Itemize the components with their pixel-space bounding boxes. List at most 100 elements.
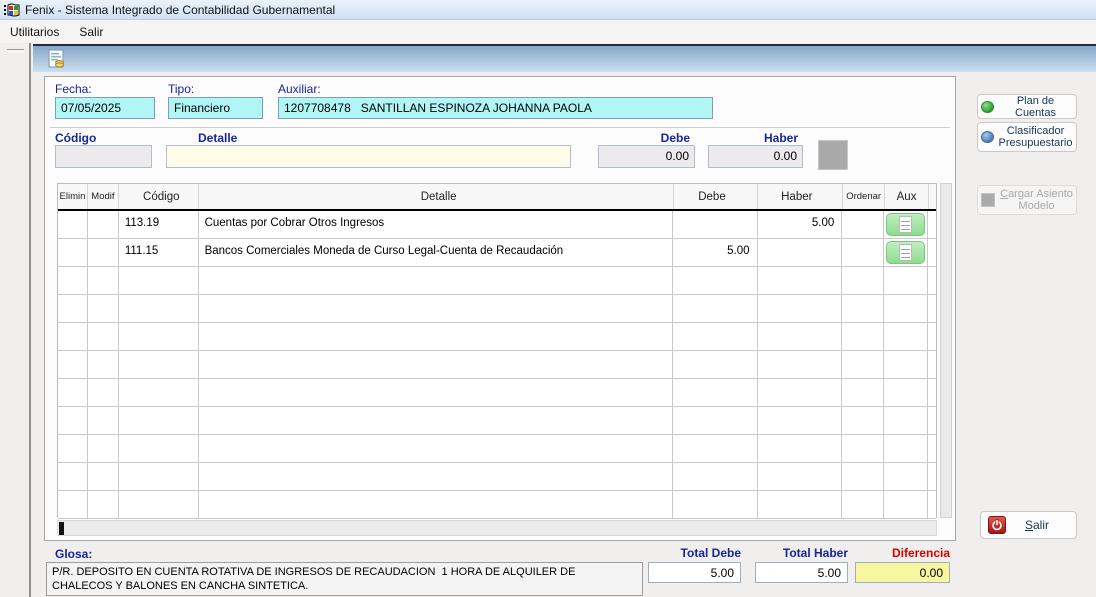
title-bar: Fenix - Sistema Integrado de Contabilida… — [0, 0, 1096, 20]
menu-utilitarios[interactable]: Utilitarios — [0, 22, 69, 42]
clasificador-presupuestario-button[interactable]: Clasificador Presupuestario — [977, 122, 1077, 152]
scrollbar-thumb[interactable] — [59, 522, 64, 535]
cell-debe — [673, 295, 758, 322]
total-debe-value: 5.00 — [648, 562, 741, 583]
diferencia-value: 0.00 — [855, 562, 950, 583]
cell-aux — [884, 211, 928, 238]
cell-elimin — [58, 267, 88, 294]
cell-codigo — [119, 463, 199, 490]
cargar-asiento-modelo-button[interactable]: Cargar Asiento Modelo — [977, 185, 1077, 215]
auxiliar-input[interactable]: 1207708478 SANTILLAN ESPINOZA JOHANNA PA… — [278, 97, 713, 119]
cell-ordenar — [842, 211, 885, 238]
cell-elimin — [58, 323, 88, 350]
cell-modif — [88, 267, 119, 294]
header-debe[interactable]: Debe — [674, 184, 759, 209]
cell-modif — [88, 295, 119, 322]
cell-elimin — [58, 407, 88, 434]
debe-input[interactable]: 0.00 — [598, 145, 695, 168]
cell-modif — [88, 323, 119, 350]
header-modif[interactable]: Modif — [88, 184, 119, 209]
horizontal-scrollbar[interactable] — [57, 520, 937, 536]
cell-codigo — [119, 267, 199, 294]
cell-sliver — [928, 211, 936, 238]
table-row-empty[interactable] — [58, 267, 936, 295]
cell-debe — [673, 211, 758, 238]
cell-codigo: 111.15 — [119, 239, 199, 266]
cell-modif — [88, 463, 119, 490]
vertical-scrollbar[interactable] — [940, 183, 952, 518]
table-row-empty[interactable] — [58, 295, 936, 323]
table-row-empty[interactable] — [58, 379, 936, 407]
menu-salir[interactable]: Salir — [69, 22, 113, 42]
cell-haber — [758, 379, 843, 406]
left-collapsed-panel[interactable] — [0, 43, 31, 597]
cell-modif — [88, 239, 119, 266]
cell-modif — [88, 379, 119, 406]
cell-haber — [758, 435, 843, 462]
table-row-empty[interactable] — [58, 435, 936, 463]
detalle-label: Detalle — [198, 131, 238, 145]
fecha-input[interactable]: 07/05/2025 — [55, 97, 155, 119]
entries-table: Elimin Modif Código Detalle Debe Haber O… — [57, 183, 937, 519]
cell-debe — [673, 323, 758, 350]
gray-square-icon — [981, 193, 995, 207]
header-elimin[interactable]: Elimin — [58, 184, 88, 209]
cell-ordenar — [842, 323, 885, 350]
aux-button[interactable] — [886, 241, 925, 264]
aux-button[interactable] — [886, 213, 925, 236]
cargar-asiento-label: Cargar Asiento Modelo — [1000, 188, 1073, 212]
codigo-label: Código — [55, 131, 97, 145]
total-haber-label: Total Haber — [782, 546, 848, 560]
cell-detalle — [199, 379, 673, 406]
new-entry-button[interactable] — [45, 47, 69, 71]
table-row-empty[interactable] — [58, 491, 936, 519]
entry-action-button[interactable] — [818, 140, 848, 170]
cell-modif — [88, 211, 119, 238]
cell-sliver — [928, 351, 936, 378]
header-haber[interactable]: Haber — [758, 184, 844, 209]
table-row-empty[interactable] — [58, 463, 936, 491]
cell-debe — [673, 463, 758, 490]
table-row-empty[interactable] — [58, 407, 936, 435]
green-sphere-icon — [981, 100, 994, 113]
table-row-empty[interactable] — [58, 351, 936, 379]
cell-haber: 5.00 — [758, 211, 843, 238]
blue-sphere-icon — [981, 131, 994, 143]
table-body: 113.19 Cuentas por Cobrar Otros Ingresos 5… — [58, 211, 936, 519]
toolbar — [33, 44, 1096, 72]
cell-aux — [884, 267, 928, 294]
cell-codigo — [119, 435, 199, 462]
header-aux[interactable]: Aux — [885, 184, 929, 209]
cell-codigo: 113.19 — [119, 211, 199, 238]
cell-sliver — [928, 463, 936, 490]
cell-elimin — [58, 463, 88, 490]
cell-sliver — [928, 491, 936, 518]
salir-button[interactable]: Salir — [980, 511, 1077, 539]
table-row[interactable]: 111.15 Bancos Comerciales Moneda de Curso… — [58, 239, 936, 267]
detalle-input[interactable] — [166, 145, 571, 168]
window-title: Fenix - Sistema Integrado de Contabilida… — [25, 2, 336, 17]
cell-ordenar — [842, 463, 885, 490]
cell-detalle — [199, 407, 673, 434]
cell-elimin — [58, 351, 88, 378]
app-window: Fenix - Sistema Integrado de Contabilida… — [0, 0, 1096, 597]
document-icon — [899, 244, 913, 261]
tipo-input[interactable]: Financiero — [168, 97, 263, 119]
new-entry-document-coins-icon — [48, 49, 64, 68]
plan-de-cuentas-button[interactable]: Plan de Cuentas — [977, 94, 1077, 119]
cell-sliver — [928, 267, 936, 294]
header-ordenar[interactable]: Ordenar — [843, 184, 886, 209]
header-detalle[interactable]: Detalle — [199, 184, 674, 209]
cell-detalle: Cuentas por Cobrar Otros Ingresos — [199, 211, 673, 238]
table-row-empty[interactable] — [58, 323, 936, 351]
table-row[interactable]: 113.19 Cuentas por Cobrar Otros Ingresos 5… — [58, 211, 936, 239]
codigo-input[interactable] — [55, 145, 152, 168]
haber-input[interactable]: 0.00 — [708, 145, 803, 168]
cell-modif — [88, 351, 119, 378]
cell-elimin — [58, 435, 88, 462]
cell-aux — [884, 239, 928, 266]
header-codigo[interactable]: Código — [119, 184, 199, 209]
cell-sliver — [928, 379, 936, 406]
glosa-textarea[interactable]: P/R. DEPOSITO EN CUENTA ROTATIVA DE INGR… — [46, 562, 643, 596]
cell-aux — [884, 491, 928, 518]
